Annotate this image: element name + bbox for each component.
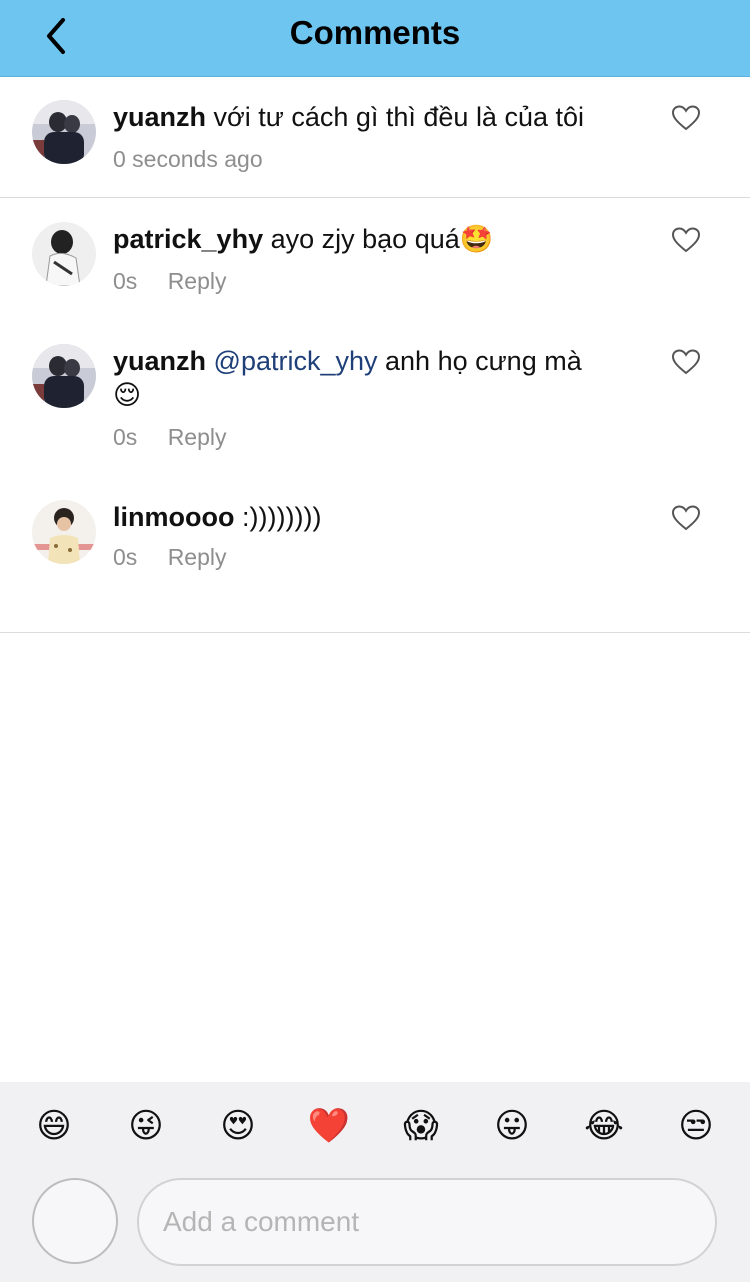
heart-outline-icon — [671, 105, 701, 131]
add-comment-input[interactable] — [137, 1178, 717, 1266]
emoji-screaming-button[interactable]: 😱 — [399, 1104, 443, 1148]
comment-meta: 0 seconds ago — [113, 146, 263, 173]
reply-button[interactable]: Reply — [168, 544, 227, 571]
comment-composer: 😄 😜 😍 ❤️ 😱 😛 😂 😒 — [0, 1082, 750, 1282]
comment-meta: 0s Reply — [113, 268, 227, 295]
comment-body: :)))))))) — [242, 502, 322, 532]
comment-item: yuanzh @patrick_yhy anh họ cưng mà 😌 0s … — [0, 322, 750, 480]
comment-username[interactable]: patrick_yhy — [113, 224, 263, 254]
heart-outline-icon — [671, 227, 701, 253]
comment-text: linmoooo :)))))))) — [113, 500, 633, 534]
current-user-avatar — [32, 1178, 118, 1264]
comment-time: 0s — [113, 268, 138, 294]
page-title: Comments — [289, 14, 461, 51]
divider — [0, 632, 750, 633]
comment-username[interactable]: linmoooo — [113, 502, 234, 532]
emoji-unamused-button[interactable]: 😒 — [674, 1104, 718, 1148]
avatar[interactable] — [32, 344, 96, 408]
top-bar: Comments — [0, 0, 750, 77]
comment-username[interactable]: yuanzh — [113, 346, 206, 376]
quick-emoji-bar: 😄 😜 😍 ❤️ 😱 😛 😂 😒 — [0, 1104, 750, 1148]
comment-time: 0s — [113, 424, 138, 450]
comment-meta: 0s Reply — [113, 424, 227, 451]
emoji-red-heart-button[interactable]: ❤️ — [307, 1104, 351, 1148]
comments-screen: Comments yuanzh với tư cách gì thì đều l… — [0, 0, 750, 1282]
comment-item: patrick_yhy ayo zjy bạo quá🤩 0s Reply — [0, 198, 750, 322]
emoji-tongue-button[interactable]: 😛 — [490, 1104, 534, 1148]
comment-item: yuanzh với tư cách gì thì đều là của tôi… — [0, 76, 750, 198]
heart-outline-icon — [671, 349, 701, 375]
reply-button[interactable]: Reply — [168, 268, 227, 295]
comment-body: anh họ cưng mà — [385, 346, 582, 376]
comment-emoji: 🤩 — [459, 224, 494, 255]
comment-time: 0s — [113, 544, 138, 570]
emoji-winking-tongue-button[interactable]: 😜 — [124, 1104, 168, 1148]
comment-time: 0 seconds ago — [113, 146, 263, 172]
avatar[interactable] — [32, 222, 96, 286]
like-button[interactable] — [671, 227, 701, 253]
emoji-tears-of-joy-button[interactable]: 😂 — [582, 1104, 626, 1148]
mention-link[interactable]: @patrick_yhy — [214, 346, 378, 376]
comment-meta: 0s Reply — [113, 544, 227, 571]
like-button[interactable] — [671, 505, 701, 531]
heart-outline-icon — [671, 505, 701, 531]
comment-item: linmoooo :)))))))) 0s Reply — [0, 480, 750, 600]
comment-text: yuanzh với tư cách gì thì đều là của tôi — [113, 100, 633, 134]
comment-username[interactable]: yuanzh — [113, 102, 206, 132]
reply-button[interactable]: Reply — [168, 424, 227, 451]
comment-text: yuanzh @patrick_yhy anh họ cưng mà 😌 — [113, 344, 633, 413]
comment-body: ayo zjy bạo quá — [270, 224, 460, 254]
comment-emoji: 😌 — [113, 380, 142, 411]
emoji-heart-eyes-button[interactable]: 😍 — [216, 1104, 260, 1148]
avatar[interactable] — [32, 100, 96, 164]
comment-body: với tư cách gì thì đều là của tôi — [213, 102, 585, 132]
avatar[interactable] — [32, 500, 96, 564]
like-button[interactable] — [671, 105, 701, 131]
emoji-grinning-button[interactable]: 😄 — [32, 1104, 76, 1148]
comment-text: patrick_yhy ayo zjy bạo quá🤩 — [113, 222, 633, 257]
like-button[interactable] — [671, 349, 701, 375]
